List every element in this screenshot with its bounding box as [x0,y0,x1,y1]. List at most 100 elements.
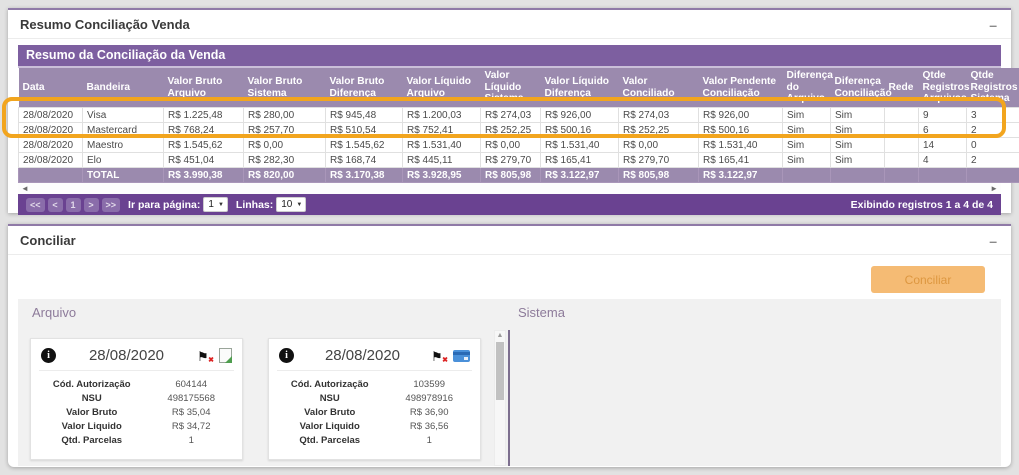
table-cell: R$ 926,00 [540,107,619,124]
minimize-icon[interactable]: – [989,234,997,248]
table-cell: 14 [918,137,967,154]
table-cell: Sim [830,107,885,124]
credit-card-icon[interactable] [453,349,470,362]
table-cell: R$ 279,70 [480,152,541,169]
table-cell: R$ 252,25 [480,122,541,139]
pagination-prev-button[interactable]: < [47,197,63,212]
table-cell: 28/08/2020 [18,107,83,124]
table-cell: Sim [830,137,885,154]
table-cell: Maestro [82,137,164,154]
resumo-table: Data Bandeira Valor Bruto Arquivo Valor Bru… [18,68,1019,184]
records-status: Exibindo registros 1 a 4 de 4 [850,198,993,211]
transaction-card[interactable]: i 28/08/2020 ⚑ ✖ Cód. Autorização 103599 N… [268,338,481,460]
field-label: Cód. Autorização [52,378,131,390]
table-row[interactable]: 28/08/2020 Mastercard R$ 768,24 R$ 257,70 R$… [18,122,1019,139]
table-cell: R$ 0,00 [618,137,699,154]
table-cell: R$ 805,98 [618,167,699,184]
flag-mark-icon: ✖ [208,357,214,364]
flag-mark-icon: ✖ [442,357,448,364]
table-cell: 3 [966,107,1019,124]
conciliar-button[interactable]: Conciliar [871,266,985,293]
table-cell: 2 [966,152,1019,169]
column-header: Valor Conciliado [618,68,699,108]
table-cell: R$ 3.990,38 [163,167,244,184]
table-cell: R$ 165,41 [698,152,783,169]
card-icons: ⚑ ✖ [197,348,232,364]
table-cell: R$ 500,16 [698,122,783,139]
pagination-page-button[interactable]: 1 [65,197,81,212]
table-cell: Sim [782,137,831,154]
info-icon[interactable]: i [41,348,56,363]
card-date: 28/08/2020 [324,347,401,364]
scroll-left-icon[interactable]: ◄ [21,184,29,193]
table-row[interactable]: 28/08/2020 Maestro R$ 1.545,62 R$ 0,00 R$ 1.… [18,137,1019,154]
flag-icon[interactable]: ⚑ ✖ [197,348,214,364]
table-cell: R$ 500,16 [540,122,619,139]
table-row[interactable]: 28/08/2020 Elo R$ 451,04 R$ 282,30 R$ 168,74… [18,152,1019,169]
chevron-down-icon: ▼ [296,201,303,208]
table-cell: R$ 3.170,38 [325,167,403,184]
card-icons: ⚑ ✖ [431,348,470,364]
column-header: Valor Líquido Sistema [480,68,541,108]
table-cell: Sim [830,152,885,169]
table-cell [966,167,1019,184]
table-cell: R$ 945,48 [325,107,403,124]
table-cell: R$ 279,70 [618,152,699,169]
conciliar-panel-title: Conciliar [20,233,76,248]
table-cell [884,137,919,154]
table-cell: R$ 820,00 [243,167,326,184]
flag-glyph: ⚑ [431,349,443,364]
field-value: 103599 [413,378,446,390]
table-cell [884,122,919,139]
column-header: Diferença Conciliação [830,68,892,108]
table-cell: Sim [830,122,885,139]
document-icon[interactable] [219,348,232,363]
table-row[interactable]: 28/08/2020 Visa R$ 1.225,48 R$ 280,00 R$ 945… [18,107,1019,124]
transaction-card[interactable]: i 28/08/2020 ⚑ ✖ Cód. Autorização 604144 N… [30,338,243,460]
table-cell: R$ 252,25 [618,122,699,139]
table-cell: 28/08/2020 [18,152,83,169]
card-date: 28/08/2020 [88,347,165,364]
column-header: Qtde Registros Arquivos [918,68,970,108]
table-cell: R$ 0,00 [480,137,541,154]
table-cell [830,167,885,184]
table-cell: R$ 274,03 [618,107,699,124]
column-header: Qtde Registros Sistema [966,68,1019,108]
conciliar-panel-header: Conciliar – [8,226,1011,255]
field-value: 1 [188,435,194,447]
field-label: Valor Liquido [61,421,122,433]
total-row: TOTAL R$ 3.990,38 R$ 820,00 R$ 3.170,38 R$ 3… [18,167,1019,184]
field-label: Qtd. Parcelas [61,435,123,447]
pagination-last-button[interactable]: >> [101,197,121,212]
pagination-first-button[interactable]: << [26,197,45,212]
scrollbar-thumb[interactable] [496,342,504,400]
horizontal-scrollbar[interactable]: ◄ ► [18,183,1001,195]
table-cell: R$ 805,98 [480,167,541,184]
table-cell: R$ 3.122,97 [540,167,619,184]
minimize-icon[interactable]: – [989,18,997,32]
resumo-table-title: Resumo da Conciliação da Venda [18,45,1001,68]
table-cell: 4 [918,152,967,169]
lines-select[interactable]: 10 ▼ [276,197,307,213]
sistema-section-label: Sistema [518,305,565,320]
scroll-up-icon[interactable]: ▲ [495,331,505,341]
field-value: R$ 36,90 [409,406,449,418]
conciliar-panel: Conciliar – Conciliar Arquivo Sistema ▲ … [8,224,1011,467]
resumo-header-row: Data Bandeira Valor Bruto Arquivo Valor Bru… [18,68,1019,108]
info-icon[interactable]: i [279,348,294,363]
arquivo-section-label: Arquivo [32,305,77,320]
table-cell: R$ 3.122,97 [698,167,783,184]
column-header: Valor Líquido Diferença [540,68,619,108]
field-label: Qtd. Parcelas [299,435,361,447]
table-cell: R$ 282,30 [243,152,326,169]
arquivo-scrollbar[interactable]: ▲ [494,330,506,466]
pagination-next-button[interactable]: > [83,197,99,212]
table-cell: R$ 168,74 [325,152,403,169]
resumo-panel-header: Resumo Conciliação Venda – [8,10,1011,39]
table-cell: R$ 1.545,62 [163,137,244,154]
scroll-right-icon[interactable]: ► [990,184,998,193]
table-cell: R$ 280,00 [243,107,326,124]
goto-page-select[interactable]: 1 ▼ [203,197,228,213]
table-cell: R$ 752,41 [402,122,481,139]
flag-icon[interactable]: ⚑ ✖ [431,348,448,364]
